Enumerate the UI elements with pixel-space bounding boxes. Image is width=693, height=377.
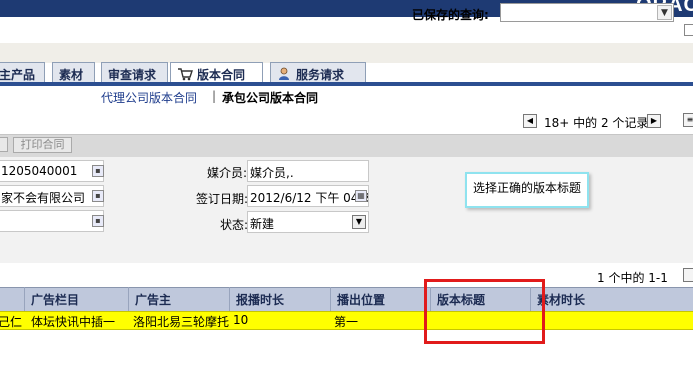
sign-date-label: 签订日期:: [196, 192, 249, 206]
toolbar-button[interactable]: [0, 137, 8, 152]
tab-review-request[interactable]: 审查请求: [101, 62, 168, 83]
tab-label: 版本合同: [197, 68, 246, 82]
tab-label: 素材: [59, 68, 84, 82]
media-value: 媒介员,.: [250, 166, 294, 180]
person-icon: [279, 67, 289, 80]
subnav-contractor-contract-link[interactable]: 承包公司版本合同: [222, 89, 318, 106]
media-field[interactable]: 媒介员,.: [247, 160, 369, 182]
company-value: 家不会有限公司: [1, 191, 86, 205]
status-value: 新建: [250, 217, 275, 231]
tab-label: 审查请求: [108, 68, 157, 82]
sign-date-value: 2012/6/12 下午 04:3: [250, 191, 369, 205]
tab-version-contract[interactable]: 版本合同: [170, 62, 263, 83]
cell-ad-column[interactable]: 体坛快讯中插一: [31, 313, 115, 330]
select-icon[interactable]: ▪: [92, 215, 104, 227]
tab-service-request[interactable]: 服务请求: [270, 62, 366, 83]
list-count: 1 个中的 1-1: [597, 271, 668, 285]
contract-number-value: 1205040001: [1, 164, 78, 178]
saved-query-label: 已保存的查询:: [412, 8, 489, 22]
tab-label: 主产品: [0, 68, 36, 82]
media-label: 媒介员:: [207, 166, 248, 180]
tab-material[interactable]: 素材: [52, 62, 95, 83]
contract-number-field[interactable]: 1205040001: [0, 160, 104, 182]
cell-duration[interactable]: 10: [233, 313, 248, 327]
list-navigation: [0, 263, 693, 287]
cell-prefix: 己仁: [0, 315, 23, 329]
cell-advertiser[interactable]: 洛阳北易三轮摩托: [133, 313, 229, 330]
select-icon[interactable]: ▪: [92, 165, 104, 177]
record-count: 18+ 中的 2 个记录: [544, 116, 649, 130]
subnav-agency-contract-link[interactable]: 代理公司版本合同: [101, 89, 197, 106]
column-header-ad-column[interactable]: 广告栏目: [24, 287, 128, 311]
chevron-down-icon[interactable]: ▼: [657, 5, 672, 20]
column-header-position[interactable]: 播出位置: [330, 287, 430, 311]
cart-icon: [178, 68, 193, 81]
extra-field[interactable]: [0, 210, 104, 232]
cell-position[interactable]: 第一: [334, 313, 358, 330]
prev-record-icon[interactable]: ◀: [523, 114, 537, 128]
toolbar: [0, 134, 693, 157]
tooltip-text: 选择正确的版本标题: [473, 181, 582, 195]
saved-query-select[interactable]: ▼: [500, 3, 674, 22]
status-label: 状态:: [220, 218, 249, 232]
tab-bar: [0, 43, 693, 63]
highlight-box: [424, 279, 545, 344]
chevron-down-icon[interactable]: ▼: [352, 215, 366, 229]
window-control-icon[interactable]: [684, 24, 693, 36]
column-header-advertiser[interactable]: 广告主: [128, 287, 229, 311]
calendar-icon[interactable]: ▦: [355, 190, 367, 202]
tab-main-product[interactable]: 主产品: [0, 62, 45, 83]
select-icon[interactable]: ▪: [92, 190, 104, 202]
list-menu-icon[interactable]: [683, 268, 693, 282]
company-field[interactable]: 家不会有限公司: [0, 185, 104, 207]
next-record-icon[interactable]: ▶: [647, 114, 661, 128]
tab-label: 服务请求: [296, 68, 345, 82]
sign-date-field[interactable]: 2012/6/12 下午 04:3: [247, 185, 369, 207]
subnav-separator: |: [212, 89, 217, 103]
print-contract-button[interactable]: 打印合同: [13, 137, 72, 153]
status-select[interactable]: 新建: [247, 211, 369, 233]
tooltip-callout: 选择正确的版本标题: [465, 172, 589, 208]
menu-icon[interactable]: ≡: [683, 113, 693, 127]
column-header-duration[interactable]: 报播时长: [229, 287, 330, 311]
column-header-material-duration[interactable]: 素材时长: [530, 287, 693, 311]
